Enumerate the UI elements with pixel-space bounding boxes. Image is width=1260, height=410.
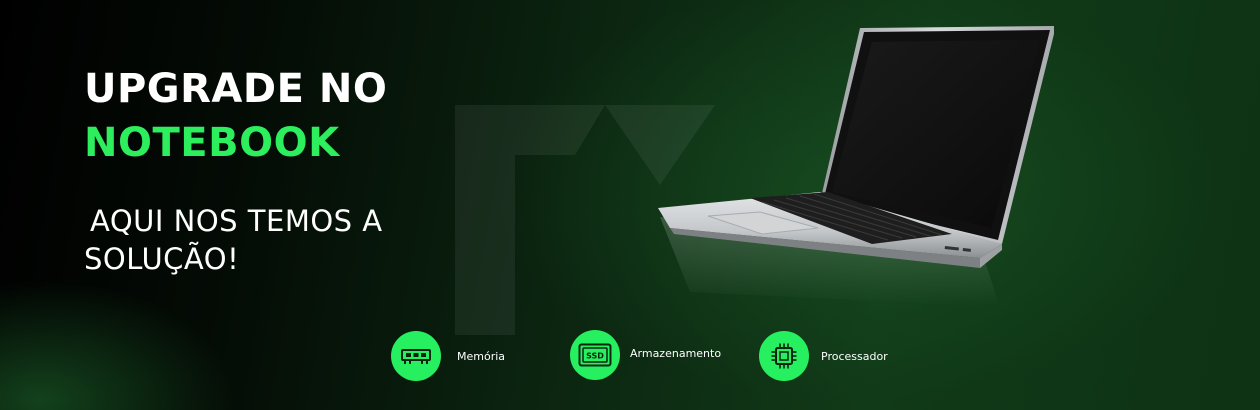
- feature-storage-label: Armazenamento: [630, 346, 722, 360]
- laptop-image: [658, 26, 1054, 307]
- processor-chip-icon: [759, 331, 809, 381]
- feature-processor-label: Processador: [821, 349, 888, 363]
- svg-text:SSD: SSD: [586, 352, 604, 361]
- feature-processor: Processador: [759, 331, 888, 381]
- promo-banner: UPGRADE NO NOTEBOOK AQUI NOS TEMOS A SOL…: [0, 0, 1260, 410]
- ssd-icon: SSD: [570, 330, 620, 380]
- feature-memory-label: Memória: [457, 349, 506, 363]
- ram-memory-icon: [391, 331, 441, 381]
- headline-line-1: UPGRADE NO: [84, 66, 388, 112]
- subheadline-line-1: AQUI NOS TEMOS A: [90, 204, 383, 238]
- subheadline: AQUI NOS TEMOS A SOLUÇÃO!: [84, 202, 464, 278]
- subheadline-line-2: SOLUÇÃO!: [84, 242, 240, 276]
- feature-storage: SSD Armazenamento: [570, 330, 721, 380]
- headline-line-2: NOTEBOOK: [84, 120, 340, 166]
- headline: UPGRADE NO NOTEBOOK: [84, 62, 387, 170]
- feature-memory: Memória: [391, 331, 505, 381]
